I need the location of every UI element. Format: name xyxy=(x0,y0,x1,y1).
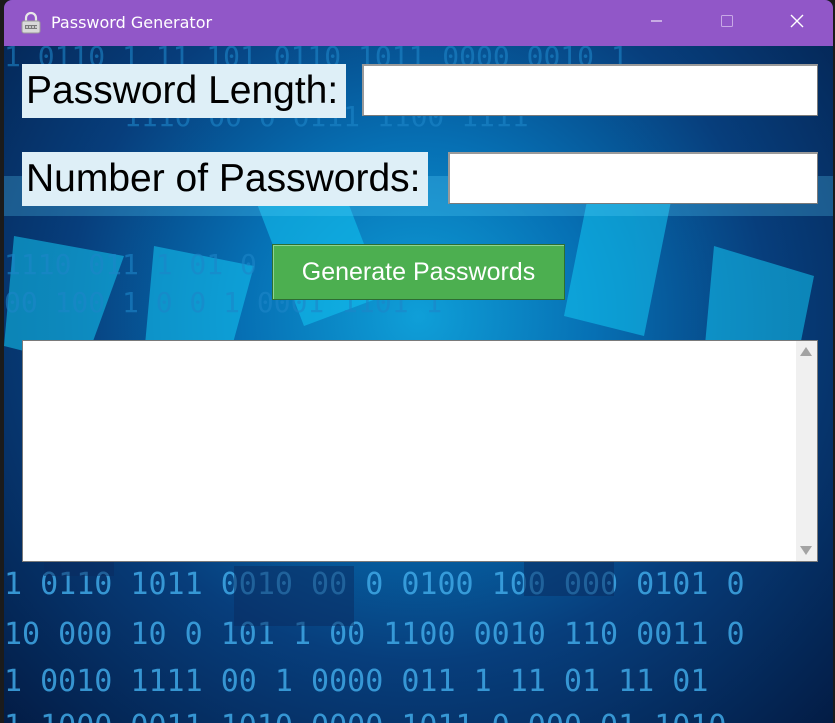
close-icon xyxy=(790,14,804,33)
maximize-button xyxy=(692,0,762,46)
password-length-input[interactable] xyxy=(362,64,818,116)
scroll-down-icon[interactable] xyxy=(800,546,812,555)
svg-text:1 0010 1111 00 1 0000 011 1 11: 1 0010 1111 00 1 0000 011 1 11 01 11 01 xyxy=(4,664,708,699)
title-bar[interactable]: Password Generator xyxy=(4,0,833,46)
svg-text:1 1000 0011 1010 0000 1011 0 0: 1 1000 0011 1010 0000 1011 0 000 01 1010 xyxy=(4,709,726,723)
minimize-button[interactable] xyxy=(622,0,692,46)
window-title: Password Generator xyxy=(51,13,213,32)
scroll-up-icon[interactable] xyxy=(800,347,812,356)
svg-text:1 0110 1011 0010 00 0 0100 100: 1 0110 1011 0010 00 0 0100 100 000 0101 … xyxy=(4,567,745,602)
lock-icon xyxy=(20,11,42,35)
password-count-input[interactable] xyxy=(448,152,818,204)
close-button[interactable] xyxy=(762,0,832,46)
output-area xyxy=(22,340,818,562)
output-scrollbar[interactable] xyxy=(796,341,817,561)
svg-text:10 000 10 0 101 1 00 1100 0010: 10 000 10 0 101 1 00 1100 0010 110 0011 … xyxy=(4,617,745,652)
maximize-icon xyxy=(721,14,733,32)
generate-passwords-button[interactable]: Generate Passwords xyxy=(272,244,565,300)
password-count-label: Number of Passwords: xyxy=(22,152,429,206)
password-length-label: Password Length: xyxy=(22,64,347,118)
client-area: 1 0110 1011 0010 00 0 0100 100 000 0101 … xyxy=(4,46,833,723)
passwords-output-textbox[interactable] xyxy=(23,341,797,561)
minimize-icon xyxy=(651,14,663,32)
app-window: Password Generator 1 0110 1011 0010 00 0… xyxy=(4,0,833,723)
